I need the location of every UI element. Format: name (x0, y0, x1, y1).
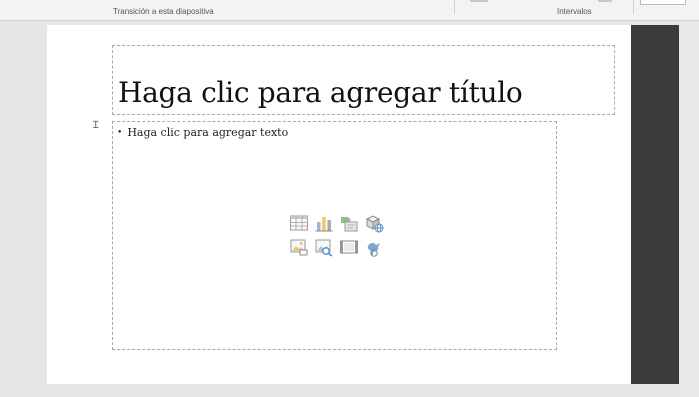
body-placeholder-text: Haga clic para agregar texto (127, 126, 289, 139)
i-beam-cursor-icon: Ɪ (93, 120, 99, 131)
ribbon-bottom: Transición a esta diapositiva Intervalos (0, 0, 699, 21)
timing-group-label: Intervalos (557, 7, 592, 16)
insert-picture-icon[interactable] (286, 235, 311, 259)
ribbon-control-fragment[interactable] (470, 0, 488, 2)
insert-3d-model-icon[interactable] (361, 211, 386, 235)
title-placeholder[interactable]: Haga clic para agregar título (112, 45, 615, 115)
bullet-icon: • (117, 127, 123, 138)
slide-editing-area: Haga clic para agregar título • Haga cli… (0, 21, 699, 397)
ribbon-group-divider (633, 0, 634, 14)
title-placeholder-text: Haga clic para agregar título (118, 76, 523, 109)
insert-smartart-icon[interactable] (336, 211, 361, 235)
duration-spinner[interactable] (640, 0, 686, 5)
content-placeholder[interactable]: • Haga clic para agregar texto (112, 121, 557, 350)
insert-chart-icon[interactable] (311, 211, 336, 235)
insert-video-icon[interactable] (336, 235, 361, 259)
slide-canvas[interactable]: Haga clic para agregar título • Haga cli… (47, 25, 631, 384)
ribbon-control-fragment[interactable] (598, 0, 612, 2)
insert-content-icons (286, 211, 386, 261)
bullet-line: • Haga clic para agregar texto (117, 126, 288, 139)
ribbon-group-divider (454, 0, 455, 14)
insert-icons-icon[interactable] (361, 235, 386, 259)
vertical-scrollbar[interactable] (679, 21, 699, 397)
insert-table-icon[interactable] (286, 211, 311, 235)
transition-group-label: Transición a esta diapositiva (113, 7, 214, 16)
insert-online-picture-icon[interactable] (311, 235, 336, 259)
right-side-panel (631, 25, 679, 384)
